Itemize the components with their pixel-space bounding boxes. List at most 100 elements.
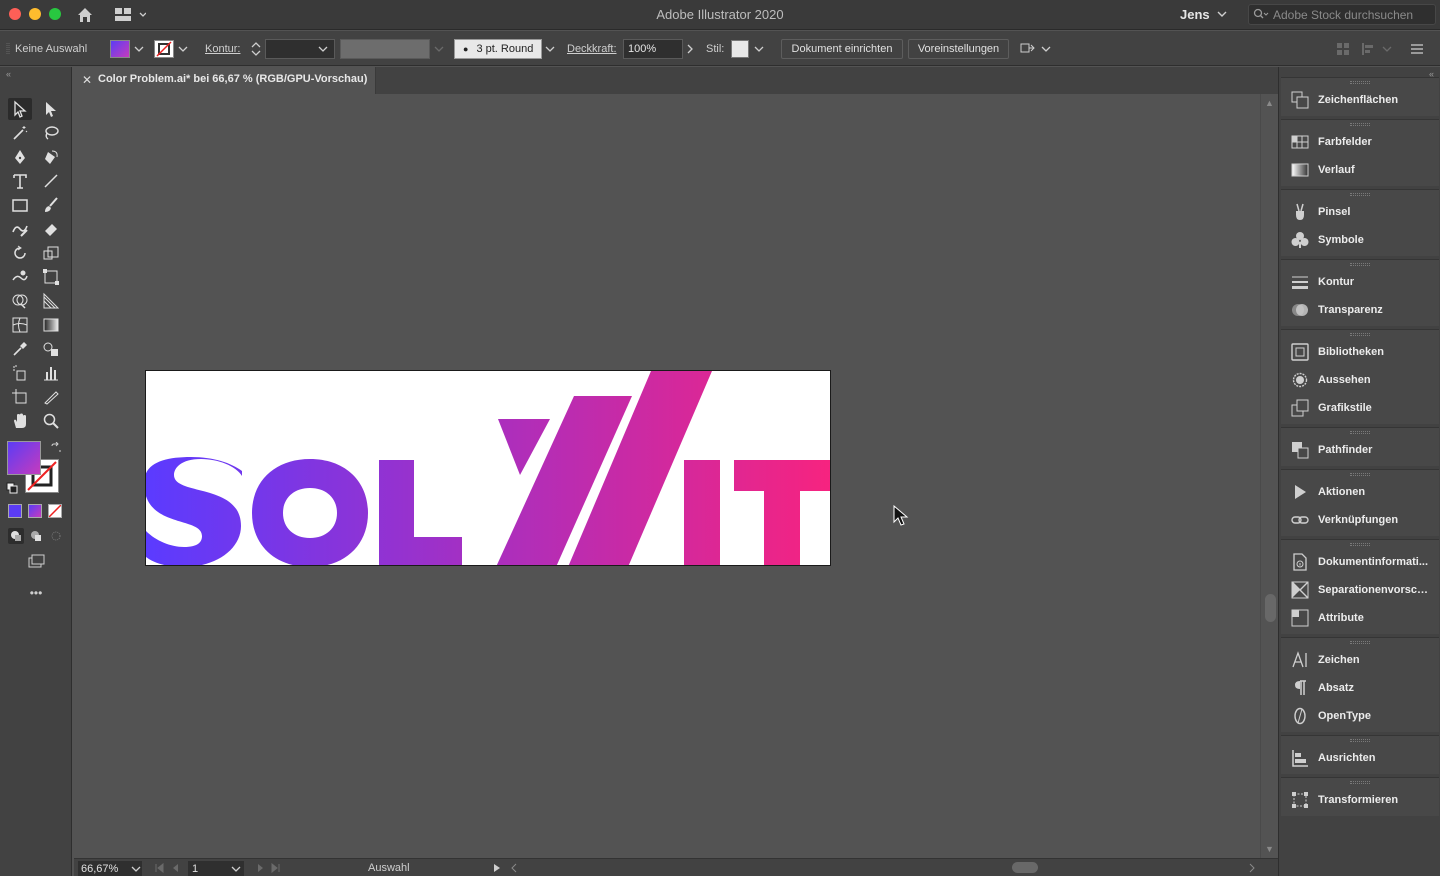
panel-group-grip[interactable]	[1281, 778, 1439, 786]
panel-group-grip[interactable]	[1281, 540, 1439, 548]
rectangle-tool[interactable]	[8, 194, 32, 216]
none-mode-button[interactable]	[48, 504, 62, 518]
color-mode-button[interactable]	[8, 504, 22, 518]
chevron-down-icon[interactable]	[1217, 10, 1227, 18]
arrange-documents-icon[interactable]	[1019, 31, 1053, 66]
warp-tool[interactable]	[8, 266, 32, 288]
panel-item-appearance[interactable]: Aussehen	[1281, 366, 1439, 394]
panel-group-grip[interactable]	[1281, 78, 1439, 86]
swap-fill-stroke-icon[interactable]	[50, 442, 62, 454]
panel-item-attributes[interactable]: Attribute	[1281, 604, 1439, 632]
collapse-toolbar-icon[interactable]: «	[6, 69, 11, 79]
stroke-weight-stepper[interactable]	[249, 31, 263, 66]
type-tool[interactable]	[8, 170, 32, 192]
first-artboard-icon[interactable]	[154, 863, 184, 873]
fill-dropdown[interactable]	[134, 31, 144, 66]
mesh-tool[interactable]	[8, 314, 32, 336]
stock-search-input[interactable]	[1273, 6, 1433, 23]
isolate-icon[interactable]	[1336, 31, 1350, 66]
zoom-dropdown-icon[interactable]	[131, 865, 141, 873]
symbol-sprayer-tool[interactable]	[8, 362, 32, 384]
vertical-scroll-thumb[interactable]	[1265, 594, 1276, 622]
draw-inside-mode[interactable]	[44, 525, 68, 547]
opacity-label[interactable]: Deckkraft:	[567, 31, 617, 66]
grip-handle[interactable]	[6, 31, 10, 66]
zoom-tool[interactable]	[39, 410, 63, 432]
panel-item-opentype[interactable]: OpenType	[1281, 702, 1439, 730]
default-fill-stroke-icon[interactable]	[6, 482, 18, 494]
panel-item-libraries[interactable]: Bibliotheken	[1281, 338, 1439, 366]
panel-item-links[interactable]: Verknüpfungen	[1281, 506, 1439, 534]
scroll-left-icon[interactable]	[510, 863, 518, 873]
hand-tool[interactable]	[8, 410, 32, 432]
minimize-window-button[interactable]	[29, 8, 41, 20]
gradient-tool[interactable]	[39, 314, 63, 336]
fill-color-swatch[interactable]	[110, 31, 130, 66]
perspective-grid-tool[interactable]	[39, 290, 63, 312]
last-artboard-icon[interactable]	[252, 863, 282, 873]
panel-item-actions[interactable]: Aktionen	[1281, 478, 1439, 506]
align-options-icon[interactable]	[1360, 31, 1394, 66]
edit-toolbar-button[interactable]: •••	[0, 586, 72, 600]
vertical-scrollbar[interactable]: ▲ ▼	[1260, 94, 1278, 858]
stroke-weight-dropdown[interactable]	[318, 31, 328, 66]
panel-item-swatches[interactable]: Farbfelder	[1281, 128, 1439, 156]
workspace-switcher-icon[interactable]	[114, 7, 146, 23]
eyedropper-tool[interactable]	[8, 338, 32, 360]
pen-tool[interactable]	[8, 146, 32, 168]
opacity-arrow[interactable]	[686, 31, 694, 66]
panel-item-character[interactable]: Zeichen	[1281, 646, 1439, 674]
panel-item-brushes[interactable]: Pinsel	[1281, 198, 1439, 226]
panel-item-paragraph[interactable]: Absatz	[1281, 674, 1439, 702]
panel-item-transform[interactable]: Transformieren	[1281, 786, 1439, 814]
close-window-button[interactable]	[9, 8, 21, 20]
status-menu-arrow-icon[interactable]	[493, 863, 501, 873]
brush-dropdown[interactable]	[545, 31, 555, 66]
panel-item-align[interactable]: Ausrichten	[1281, 744, 1439, 772]
panel-item-gradient[interactable]: Verlauf	[1281, 156, 1439, 184]
home-icon[interactable]	[76, 6, 94, 24]
magic-wand-tool[interactable]	[8, 122, 32, 144]
style-swatch[interactable]	[731, 31, 749, 66]
panel-group-grip[interactable]	[1281, 330, 1439, 338]
screen-mode-button[interactable]	[24, 550, 48, 572]
panel-group-grip[interactable]	[1281, 428, 1439, 436]
artboard-dropdown-icon[interactable]	[231, 865, 241, 873]
direct-selection-tool[interactable]	[39, 98, 63, 120]
line-segment-tool[interactable]	[39, 170, 63, 192]
panel-item-pathfinder[interactable]: Pathfinder	[1281, 436, 1439, 464]
lasso-tool[interactable]	[39, 122, 63, 144]
artboard[interactable]	[145, 370, 831, 566]
panel-group-grip[interactable]	[1281, 638, 1439, 646]
panel-group-grip[interactable]	[1281, 470, 1439, 478]
opacity-field[interactable]: 100%	[623, 38, 683, 59]
slice-tool[interactable]	[39, 386, 63, 408]
stock-search[interactable]	[1248, 4, 1436, 25]
artwork-logo[interactable]	[146, 371, 831, 566]
scroll-down-icon[interactable]: ▼	[1265, 844, 1274, 854]
panel-item-separations[interactable]: Separationenvorsch...	[1281, 576, 1439, 604]
panel-item-graphic-styles[interactable]: Grafikstile	[1281, 394, 1439, 422]
panel-item-transparency[interactable]: Transparenz	[1281, 296, 1439, 324]
shaper-tool[interactable]	[8, 218, 32, 240]
zoom-window-button[interactable]	[49, 8, 61, 20]
panel-group-grip[interactable]	[1281, 120, 1439, 128]
panel-group-grip[interactable]	[1281, 190, 1439, 198]
stroke-dropdown[interactable]	[178, 31, 188, 66]
preferences-button[interactable]: Voreinstellungen	[908, 38, 1009, 59]
user-menu[interactable]: Jens	[1180, 7, 1210, 22]
eraser-tool[interactable]	[39, 218, 63, 240]
horizontal-scroll-thumb[interactable]	[1012, 862, 1038, 873]
profile-dropdown[interactable]	[434, 31, 444, 66]
selection-tool[interactable]	[8, 98, 32, 120]
stroke-label[interactable]: Kontur:	[205, 31, 240, 66]
scroll-up-icon[interactable]: ▲	[1265, 98, 1274, 108]
panel-item-symbols[interactable]: Symbole	[1281, 226, 1439, 254]
document-setup-button[interactable]: Dokument einrichten	[781, 38, 903, 59]
fill-color-box-front[interactable]	[7, 441, 41, 475]
column-graph-tool[interactable]	[39, 362, 63, 384]
style-dropdown[interactable]	[754, 31, 764, 66]
artboard-tool[interactable]	[8, 386, 32, 408]
control-bar-menu-icon[interactable]	[1410, 31, 1424, 66]
paintbrush-tool[interactable]	[39, 194, 63, 216]
